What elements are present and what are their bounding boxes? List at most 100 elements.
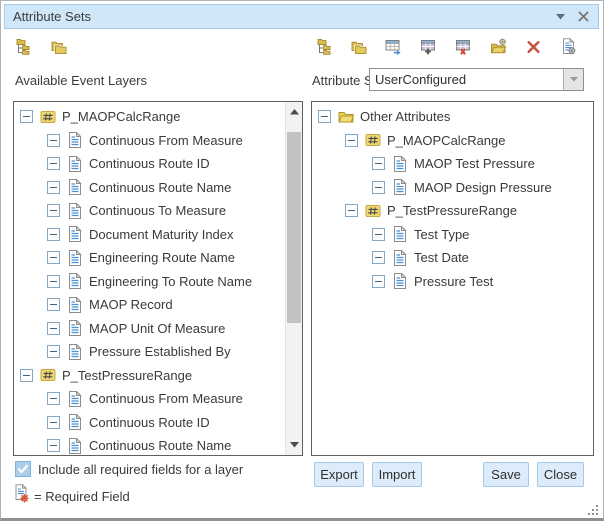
tree-item-label: Pressure Test (414, 274, 493, 289)
document-gear-icon[interactable] (560, 38, 577, 55)
tree-item[interactable]: P_TestPressureRange (312, 199, 593, 223)
collapse-minus-icon[interactable] (47, 416, 60, 429)
tree-item[interactable]: Test Type (312, 223, 593, 247)
collapse-minus-icon[interactable] (47, 322, 60, 335)
collapse-minus-icon[interactable] (47, 275, 60, 288)
scroll-down-icon[interactable] (286, 437, 302, 453)
folder-gear-icon[interactable] (490, 38, 507, 55)
collapse-minus-icon[interactable] (372, 157, 385, 170)
collapse-minus-icon[interactable] (345, 204, 358, 217)
tree-item[interactable]: Pressure Established By (14, 340, 302, 364)
tree-item[interactable]: Continuous Route Name (14, 176, 302, 200)
export-button[interactable]: Export (314, 462, 364, 487)
collapse-minus-icon[interactable] (47, 181, 60, 194)
field-icon (67, 226, 83, 242)
import-button[interactable]: Import (372, 462, 422, 487)
available-layers-tree: P_MAOPCalcRangeContinuous From MeasureCo… (14, 102, 302, 456)
folder-tree-icon[interactable] (315, 38, 332, 55)
attribute-set-value: UserConfigured (370, 72, 563, 87)
folders-icon[interactable] (50, 38, 67, 55)
include-required-fields-checkbox[interactable] (15, 461, 31, 477)
table-x-icon[interactable] (455, 38, 472, 55)
event-layer-icon (40, 109, 56, 125)
field-icon (67, 320, 83, 336)
save-button[interactable]: Save (483, 462, 529, 487)
folders-icon[interactable] (350, 38, 367, 55)
tree-item[interactable]: Document Maturity Index (14, 223, 302, 247)
tree-item[interactable]: P_MAOPCalcRange (312, 129, 593, 153)
folder-tree-icon[interactable] (14, 38, 31, 55)
tree-item[interactable]: Continuous From Measure (14, 129, 302, 153)
field-icon (67, 344, 83, 360)
checkmark-icon (17, 463, 29, 475)
collapse-minus-icon[interactable] (372, 228, 385, 241)
collapse-minus-icon[interactable] (372, 275, 385, 288)
collapse-minus-icon[interactable] (47, 392, 60, 405)
tree-item[interactable]: Engineering Route Name (14, 246, 302, 270)
collapse-minus-icon[interactable] (318, 110, 331, 123)
titlebar: Attribute Sets (4, 4, 599, 29)
close-button[interactable]: Close (537, 462, 584, 487)
field-icon (67, 203, 83, 219)
field-icon (392, 226, 408, 242)
collapse-minus-icon[interactable] (47, 228, 60, 241)
field-icon (67, 250, 83, 266)
scroll-up-icon[interactable] (286, 104, 302, 120)
tree-item[interactable]: Pressure Test (312, 270, 593, 294)
tree-item[interactable]: P_MAOPCalcRange (14, 105, 302, 129)
collapse-minus-icon[interactable] (47, 439, 60, 452)
tree-item-label: Engineering To Route Name (89, 274, 252, 289)
tree-item[interactable]: Continuous From Measure (14, 387, 302, 411)
combobox-dropdown-icon[interactable] (563, 69, 583, 90)
tree-item-label: Continuous Route Name (89, 180, 231, 195)
field-icon (67, 414, 83, 430)
tree-item-label: MAOP Design Pressure (414, 180, 552, 195)
table-plus-icon[interactable] (420, 38, 437, 55)
tree-item[interactable]: MAOP Record (14, 293, 302, 317)
available-event-layers-label: Available Event Layers (15, 73, 147, 88)
collapse-minus-icon[interactable] (47, 134, 60, 147)
available-layers-panel: P_MAOPCalcRangeContinuous From MeasureCo… (13, 101, 303, 456)
dialog-title: Attribute Sets (13, 9, 91, 24)
collapse-minus-icon[interactable] (47, 251, 60, 264)
tree-item-label: Document Maturity Index (89, 227, 234, 242)
tree-item[interactable]: MAOP Unit Of Measure (14, 317, 302, 341)
tree-item[interactable]: P_TestPressureRange (14, 364, 302, 388)
required-field-legend: = Required Field (34, 489, 130, 504)
tree-item-label: Engineering Route Name (89, 250, 235, 265)
collapse-arrow-icon[interactable] (556, 14, 565, 20)
collapse-minus-icon[interactable] (20, 110, 33, 123)
collapse-minus-icon[interactable] (20, 369, 33, 382)
tree-item[interactable]: Continuous To Measure (14, 199, 302, 223)
tree-item[interactable]: MAOP Design Pressure (312, 176, 593, 200)
tree-item[interactable]: Test Date (312, 246, 593, 270)
collapse-minus-icon[interactable] (345, 134, 358, 147)
resize-grip-icon[interactable] (587, 504, 598, 515)
tree-item-label: P_TestPressureRange (62, 368, 192, 383)
attribute-set-panel: Other Attributes P_MAOPCalcRangeMAOP Test… (311, 101, 594, 456)
collapse-minus-icon[interactable] (372, 251, 385, 264)
table-arrow-icon[interactable] (385, 38, 402, 55)
tree-item-label: Continuous To Measure (89, 203, 226, 218)
collapse-minus-icon[interactable] (372, 181, 385, 194)
red-x-icon[interactable] (525, 38, 542, 55)
collapse-minus-icon[interactable] (47, 157, 60, 170)
tree-item[interactable]: Continuous Route ID (14, 152, 302, 176)
tree-item[interactable]: MAOP Test Pressure (312, 152, 593, 176)
close-icon[interactable] (578, 11, 589, 22)
tree-item[interactable]: Other Attributes (312, 105, 593, 129)
tree-item-label: Continuous Route Name (89, 438, 231, 453)
event-layer-icon (40, 367, 56, 383)
tree-item[interactable]: Engineering To Route Name (14, 270, 302, 294)
tree-item[interactable]: Continuous Route Name (14, 434, 302, 456)
collapse-minus-icon[interactable] (47, 345, 60, 358)
tree-item-label: Test Type (414, 227, 469, 242)
left-panel-scrollbar[interactable] (285, 102, 302, 455)
tree-item[interactable]: Continuous Route ID (14, 411, 302, 435)
tree-item-label: Other Attributes (360, 109, 450, 124)
collapse-minus-icon[interactable] (47, 204, 60, 217)
scrollbar-thumb[interactable] (287, 132, 301, 323)
collapse-minus-icon[interactable] (47, 298, 60, 311)
field-icon (67, 438, 83, 454)
attribute-set-combobox[interactable]: UserConfigured (369, 68, 584, 91)
